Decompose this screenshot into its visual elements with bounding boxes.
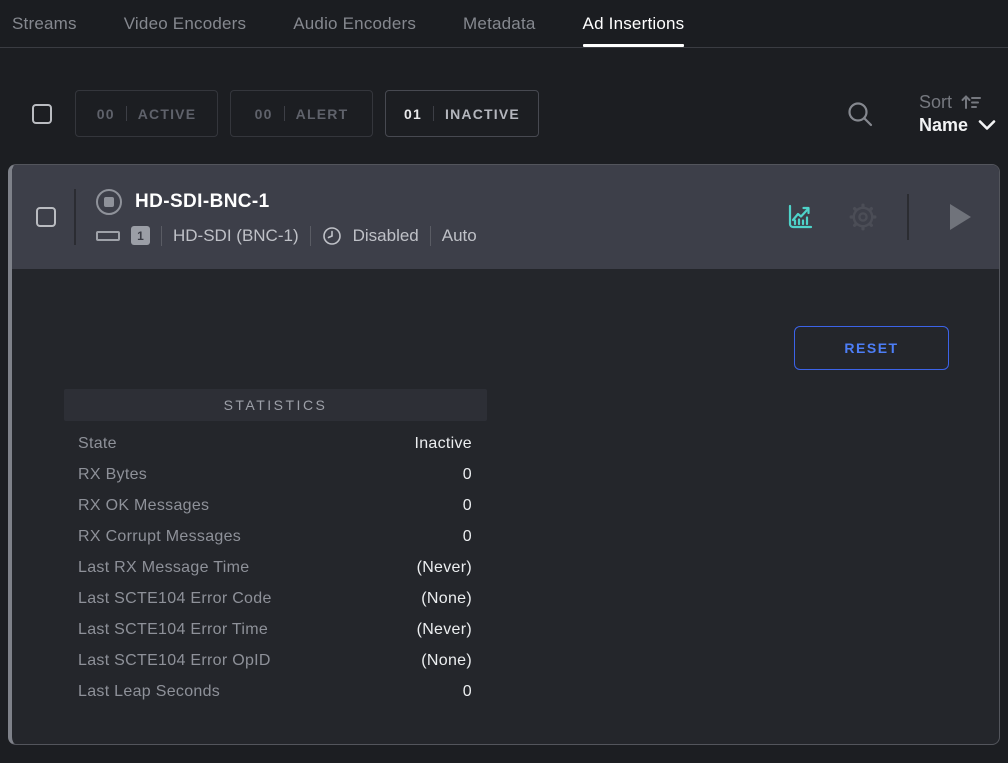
tab-audio-encoders[interactable]: Audio Encoders: [293, 0, 416, 47]
filter-inactive-button[interactable]: 01 INACTIVE: [385, 90, 539, 137]
statistics-chart-icon[interactable]: [784, 201, 816, 233]
sort-direction-toggle[interactable]: Sort: [919, 92, 996, 113]
stat-value: 0: [463, 466, 472, 484]
settings-gear-icon[interactable]: [846, 200, 880, 234]
actions-divider: [907, 194, 909, 240]
counter-divider: [284, 106, 285, 121]
table-row: RX Bytes 0: [64, 459, 487, 490]
search-button[interactable]: [845, 99, 875, 129]
stat-value: (Never): [417, 621, 472, 639]
tab-streams[interactable]: Streams: [12, 0, 77, 47]
stat-value: (Never): [417, 559, 472, 577]
active-label: ACTIVE: [138, 106, 197, 122]
stat-value: 0: [463, 683, 472, 701]
slot-number-badge: 1: [131, 226, 150, 245]
stat-label: RX Corrupt Messages: [78, 528, 241, 546]
sort-ascending-icon: [960, 93, 982, 111]
stat-value: (None): [421, 652, 472, 670]
card-info: HD-SDI-BNC-1 1 HD-SDI (BNC-1) Disabled: [96, 189, 477, 246]
filter-bar: 00 ACTIVE 00 ALERT 01 INACTIVE Sort: [0, 90, 1008, 137]
filter-active-button[interactable]: 00 ACTIVE: [75, 90, 218, 137]
sort-control: Sort Name: [919, 92, 996, 136]
schedule-label: Disabled: [353, 226, 419, 246]
inactive-count: 01: [404, 106, 422, 122]
reset-button[interactable]: RESET: [794, 326, 949, 370]
table-row: Last RX Message Time (Never): [64, 552, 487, 583]
stat-label: RX Bytes: [78, 466, 147, 484]
card-body: RESET STATISTICS State Inactive RX Bytes…: [12, 269, 999, 707]
search-icon: [845, 99, 875, 129]
table-row: RX OK Messages 0: [64, 490, 487, 521]
filter-alert-button[interactable]: 00 ALERT: [230, 90, 373, 137]
meta-divider: [430, 226, 431, 246]
counter-divider: [126, 106, 127, 121]
stat-label: Last RX Message Time: [78, 559, 249, 577]
stat-label: Last SCTE104 Error Time: [78, 621, 268, 639]
card-title: HD-SDI-BNC-1: [135, 191, 270, 213]
stat-label: RX OK Messages: [78, 497, 209, 515]
interface-label: HD-SDI (BNC-1): [173, 226, 299, 246]
stat-value: Inactive: [414, 435, 472, 453]
counter-divider: [433, 106, 434, 121]
stat-label: Last SCTE104 Error Code: [78, 590, 272, 608]
alert-label: ALERT: [296, 106, 349, 122]
stopped-status-icon: [96, 189, 122, 215]
table-row: RX Corrupt Messages 0: [64, 521, 487, 552]
tab-bar: Streams Video Encoders Audio Encoders Me…: [0, 0, 1008, 48]
tab-ad-insertions[interactable]: Ad Insertions: [583, 0, 685, 47]
card-header: HD-SDI-BNC-1 1 HD-SDI (BNC-1) Disabled: [12, 165, 999, 269]
table-row: Last Leap Seconds 0: [64, 676, 487, 707]
select-all-checkbox[interactable]: [32, 104, 52, 124]
ad-insertion-card: HD-SDI-BNC-1 1 HD-SDI (BNC-1) Disabled: [8, 164, 1000, 745]
device-slot-icon: [96, 231, 120, 241]
statistics-title: STATISTICS: [64, 389, 487, 421]
table-row: Last SCTE104 Error OpID (None): [64, 645, 487, 676]
meta-divider: [161, 226, 162, 246]
stat-label: State: [78, 435, 117, 453]
sort-field-dropdown[interactable]: Name: [919, 115, 996, 136]
alert-count: 00: [255, 106, 273, 122]
stat-value: (None): [421, 590, 472, 608]
statistics-table: State Inactive RX Bytes 0 RX OK Messages…: [64, 428, 487, 707]
stat-label: Last SCTE104 Error OpID: [78, 652, 271, 670]
chevron-down-icon: [978, 119, 996, 131]
stat-label: Last Leap Seconds: [78, 683, 220, 701]
meta-divider: [310, 226, 311, 246]
table-row: State Inactive: [64, 428, 487, 459]
card-checkbox[interactable]: [36, 207, 56, 227]
header-divider: [74, 189, 76, 245]
table-row: Last SCTE104 Error Code (None): [64, 583, 487, 614]
card-actions: [784, 194, 971, 240]
tab-metadata[interactable]: Metadata: [463, 0, 535, 47]
stat-value: 0: [463, 497, 472, 515]
tab-video-encoders[interactable]: Video Encoders: [124, 0, 247, 47]
inactive-label: INACTIVE: [445, 106, 520, 122]
stat-value: 0: [463, 528, 472, 546]
active-count: 00: [97, 106, 115, 122]
clock-icon: [322, 226, 342, 246]
sort-field-value: Name: [919, 115, 968, 136]
table-row: Last SCTE104 Error Time (Never): [64, 614, 487, 645]
statistics-panel: STATISTICS State Inactive RX Bytes 0 RX …: [64, 389, 487, 707]
sort-label: Sort: [919, 92, 952, 113]
play-icon[interactable]: [950, 204, 971, 230]
mode-label: Auto: [442, 226, 477, 246]
